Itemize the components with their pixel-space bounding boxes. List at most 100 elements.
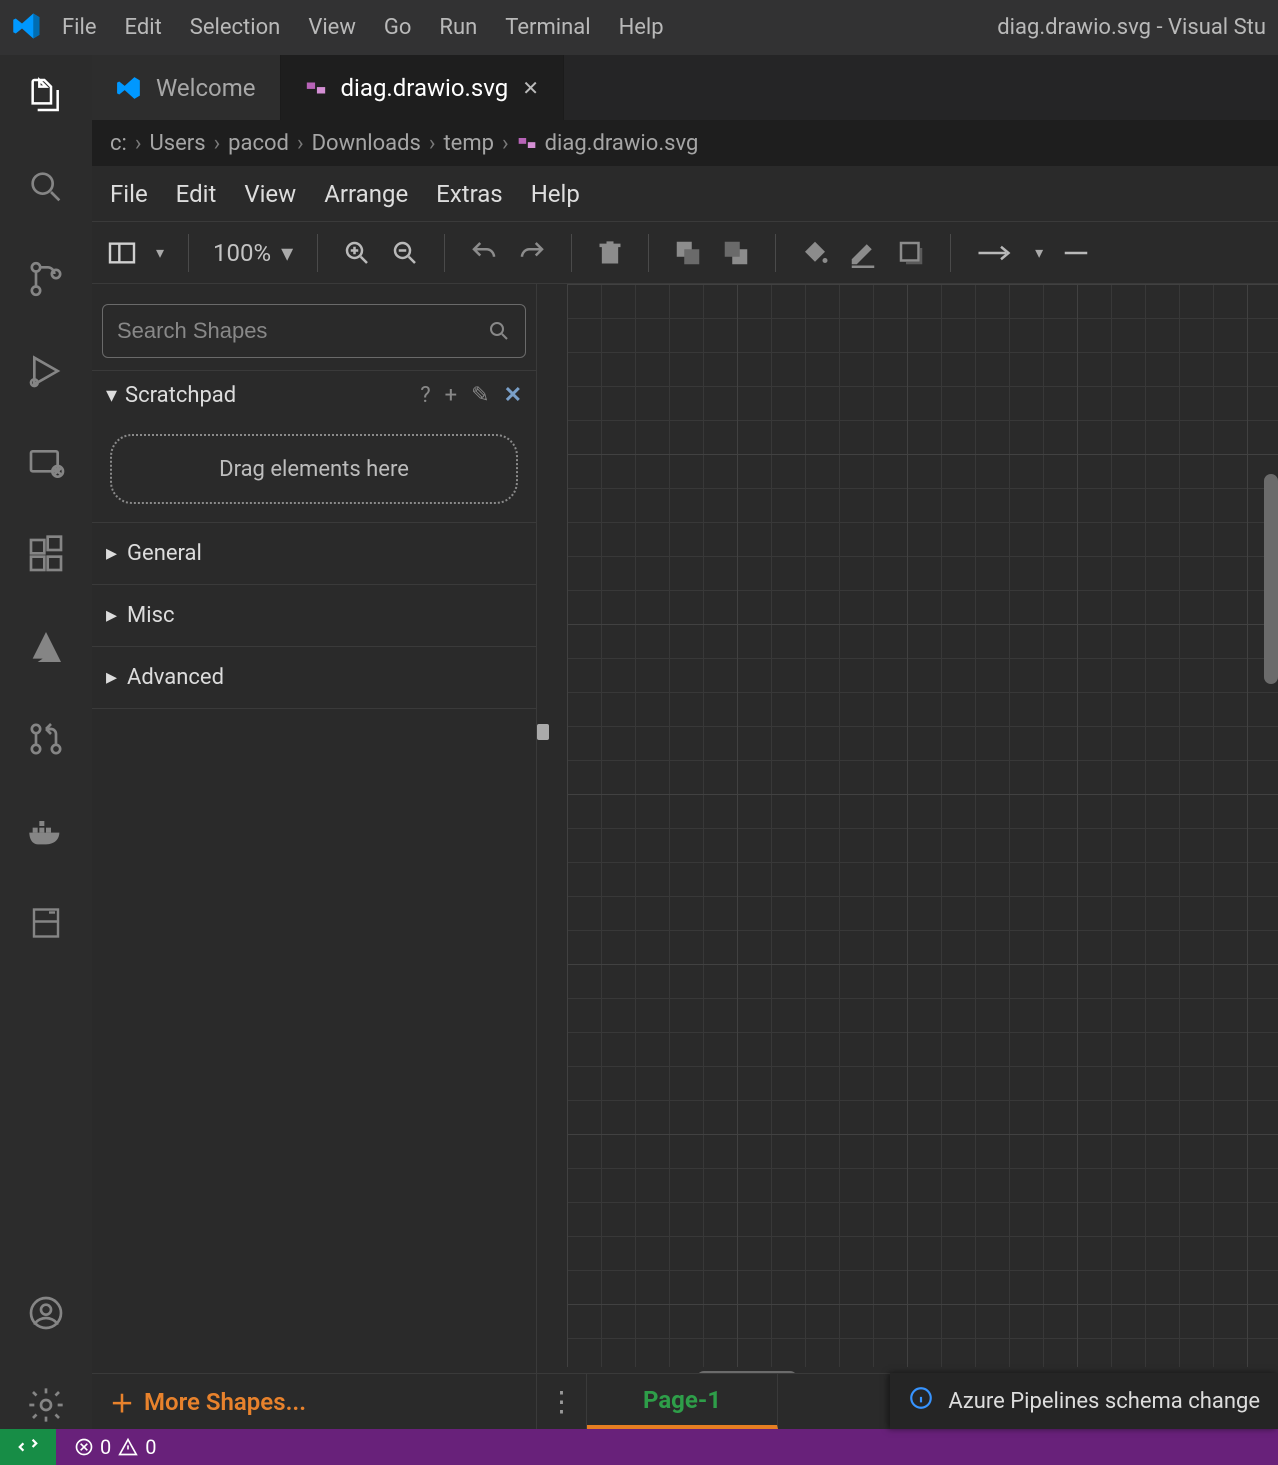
connection-icon[interactable] (975, 238, 1017, 268)
search-shapes-input[interactable] (102, 304, 526, 358)
crumb[interactable]: Downloads (312, 131, 421, 156)
menu-edit[interactable]: Edit (125, 15, 162, 40)
docker-icon[interactable] (26, 811, 66, 855)
tab-welcome[interactable]: Welcome (92, 55, 281, 120)
menu-help[interactable]: Help (619, 15, 664, 40)
crumb[interactable]: c: (110, 131, 127, 156)
canvas-area[interactable]: ⋮ Page-1 (537, 284, 1278, 1429)
menu-file[interactable]: File (62, 15, 97, 40)
drawio-menu-file[interactable]: File (110, 180, 148, 208)
more-shapes-label: More Shapes... (144, 1388, 306, 1416)
toast-message: Azure Pipelines schema change (948, 1389, 1260, 1414)
waypoint-icon[interactable] (1061, 238, 1091, 268)
group-label: General (127, 541, 202, 566)
breadcrumbs[interactable]: c:› Users› pacod› Downloads› temp› diag.… (92, 120, 1278, 166)
delete-icon[interactable] (596, 238, 624, 268)
problems-status[interactable]: 0 0 (74, 1435, 157, 1459)
crumb[interactable]: temp (443, 131, 494, 156)
crumb-file[interactable]: diag.drawio.svg (517, 131, 699, 156)
menu-run[interactable]: Run (439, 15, 477, 40)
zoom-in-icon[interactable] (342, 238, 372, 268)
drawio-menu-edit[interactable]: Edit (176, 180, 217, 208)
drawing-canvas[interactable] (567, 284, 1278, 1369)
splitter-handle[interactable] (537, 724, 549, 740)
extensions-icon[interactable] (26, 535, 66, 579)
sidebar-panel-icon[interactable] (28, 903, 64, 947)
group-label: Misc (127, 603, 174, 628)
tab-diag-drawio[interactable]: diag.drawio.svg ✕ (281, 55, 564, 120)
chevron-right-icon: › (429, 131, 436, 156)
remote-explorer-icon[interactable] (26, 443, 66, 487)
explorer-icon[interactable] (26, 75, 66, 119)
run-debug-icon[interactable] (24, 351, 68, 395)
add-icon[interactable]: + (445, 383, 457, 408)
drawio-menu-help[interactable]: Help (531, 180, 580, 208)
chevron-right-icon: ▸ (106, 665, 117, 690)
redo-icon[interactable] (517, 238, 547, 268)
scratchpad-dropzone[interactable]: Drag elements here (110, 434, 518, 504)
chevron-right-icon: › (502, 131, 509, 156)
to-back-icon[interactable] (721, 238, 751, 268)
chevron-right-icon: › (297, 131, 304, 156)
shadow-icon[interactable] (896, 238, 926, 268)
line-color-icon[interactable] (848, 238, 878, 268)
chevron-down-icon[interactable]: ▾ (156, 243, 164, 262)
sidebar-toggle-icon[interactable] (106, 237, 138, 269)
menu-view[interactable]: View (308, 15, 356, 40)
chevron-down-icon[interactable]: ▾ (1035, 243, 1043, 262)
window-title: diag.drawio.svg - Visual Stu (997, 15, 1266, 40)
chevron-right-icon: ▸ (106, 603, 117, 628)
vertical-scrollbar[interactable] (1264, 474, 1278, 684)
menu-terminal[interactable]: Terminal (505, 15, 590, 40)
fill-color-icon[interactable] (800, 238, 830, 268)
zoom-out-icon[interactable] (390, 238, 420, 268)
search-icon (487, 319, 511, 343)
zoom-level[interactable]: 100% ▾ (213, 239, 293, 267)
activity-bar (0, 55, 92, 1429)
drawio-menu-extras[interactable]: Extras (436, 180, 503, 208)
remote-indicator[interactable] (0, 1429, 56, 1465)
zoom-value: 100% (213, 239, 271, 267)
tab-label: Welcome (156, 74, 256, 102)
plus-icon: ＋ (110, 1384, 134, 1419)
more-shapes-button[interactable]: ＋ More Shapes... (92, 1373, 536, 1429)
page-tab-1[interactable]: Page-1 (587, 1374, 778, 1429)
chevron-right-icon: ▸ (106, 541, 117, 566)
pages-overflow-icon[interactable]: ⋮ (537, 1374, 587, 1429)
notification-toast[interactable]: Azure Pipelines schema change (890, 1373, 1278, 1429)
warnings-count: 0 (145, 1435, 156, 1459)
search-icon[interactable] (26, 167, 66, 211)
source-control-icon[interactable] (26, 259, 66, 303)
git-pull-request-icon[interactable] (26, 719, 66, 763)
crumb[interactable]: Users (149, 131, 205, 156)
azure-icon[interactable] (26, 627, 66, 671)
info-icon (908, 1385, 934, 1417)
close-icon[interactable]: ✕ (522, 76, 539, 100)
editor-area: Welcome diag.drawio.svg ✕ c: › Users › pac… (92, 55, 1278, 1429)
chevron-right-icon: › (214, 131, 221, 156)
status-bar: 0 0 (0, 1429, 1278, 1465)
scratchpad-header[interactable]: ▾ Scratchpad ? + ✎ ✕ (92, 370, 536, 420)
settings-gear-icon[interactable] (26, 1385, 66, 1429)
drawio-menu-view[interactable]: View (244, 180, 296, 208)
group-label: Advanced (127, 665, 224, 690)
shape-group-general[interactable]: ▸ General (92, 522, 536, 584)
drawio-menu-bar: File Edit View Arrange Extras Help (92, 166, 1278, 222)
chevron-down-icon: ▾ (106, 383, 117, 408)
menu-selection[interactable]: Selection (190, 15, 281, 40)
shape-group-misc[interactable]: ▸ Misc (92, 584, 536, 646)
accounts-icon[interactable] (26, 1293, 66, 1337)
to-front-icon[interactable] (673, 238, 703, 268)
edit-icon[interactable]: ✎ (471, 383, 489, 408)
chevron-down-icon: ▾ (281, 239, 293, 267)
close-icon[interactable]: ✕ (504, 383, 522, 408)
scratchpad-label: Scratchpad (125, 383, 236, 408)
menu-go[interactable]: Go (384, 15, 412, 40)
help-icon[interactable]: ? (420, 383, 430, 408)
search-input[interactable] (117, 318, 475, 344)
crumb-label: diag.drawio.svg (545, 131, 699, 156)
undo-icon[interactable] (469, 238, 499, 268)
shape-group-advanced[interactable]: ▸ Advanced (92, 646, 536, 708)
drawio-menu-arrange[interactable]: Arrange (324, 180, 408, 208)
crumb[interactable]: pacod (228, 131, 289, 156)
